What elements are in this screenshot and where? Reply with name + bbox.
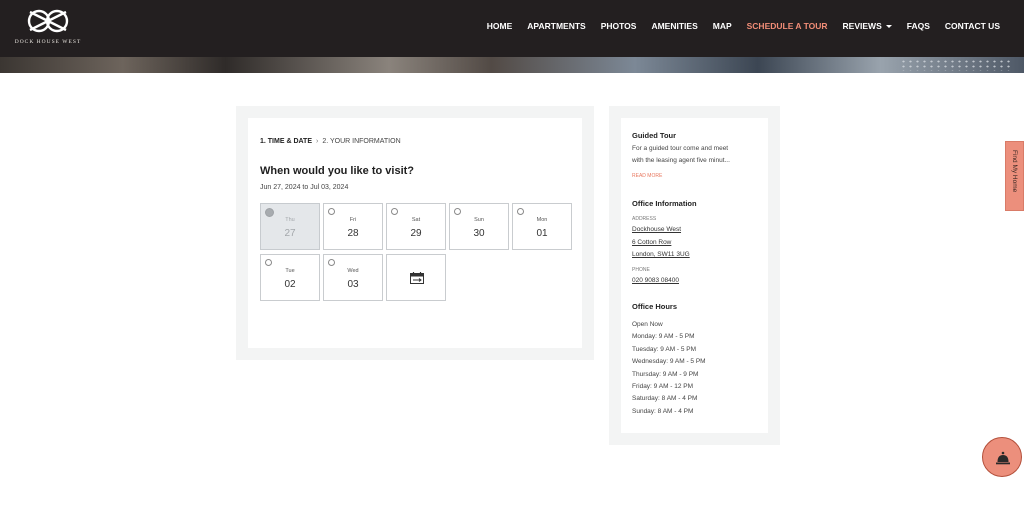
date-range: Jun 27, 2024 to Jul 03, 2024 [260, 184, 349, 191]
day-of-week: Wed [347, 268, 359, 274]
day-number: 28 [347, 228, 359, 239]
nav-photos[interactable]: PHOTOS [601, 21, 637, 31]
office-info-panel: Guided Tour For a guided tour come and m… [609, 106, 780, 445]
address-label: ADDRESS [632, 216, 657, 222]
radio-icon[interactable] [328, 259, 335, 266]
hours-line: Saturday: 8 AM - 4 PM [632, 395, 698, 403]
day-of-week: Thu [285, 217, 295, 223]
concierge-bell-icon [996, 451, 1010, 465]
booking-steps-breadcrumb: 1. TIME & DATE › 2. YOUR INFORMATION [260, 138, 401, 145]
day-number: 03 [347, 279, 359, 290]
day-number: 30 [473, 228, 485, 239]
day-option[interactable]: Sat 29 [386, 203, 446, 250]
nav-amenities[interactable]: AMENITIES [651, 21, 697, 31]
hero-image-strip [0, 57, 1024, 73]
radio-icon[interactable] [517, 208, 524, 215]
nav-reviews[interactable]: REVIEWS [843, 21, 892, 31]
hours-line: Open Now [632, 321, 663, 328]
hours-line: Wednesday: 9 AM - 5 PM [632, 358, 706, 366]
phone-link[interactable]: 020 9083 08400 [632, 277, 679, 284]
more-dates-button[interactable] [386, 254, 446, 301]
day-number: 29 [410, 228, 422, 239]
tour-booking-card: 1. TIME & DATE › 2. YOUR INFORMATION When … [248, 118, 582, 348]
site-header: DOCK HOUSE WEST HOME APARTMENTS PHOTOS A… [0, 0, 1024, 57]
chevron-right-icon: › [315, 138, 319, 145]
day-option[interactable]: Mon 01 [512, 203, 572, 250]
radio-icon[interactable] [454, 208, 461, 215]
day-option[interactable]: Tue 02 [260, 254, 320, 301]
tour-booking-panel: 1. TIME & DATE › 2. YOUR INFORMATION When … [236, 106, 594, 360]
radio-icon [265, 208, 274, 217]
nav-schedule-a-tour[interactable]: SCHEDULE A TOUR [747, 21, 828, 31]
hours-line: Tuesday: 9 AM - 5 PM [632, 345, 697, 353]
nav-reviews-label: REVIEWS [842, 21, 882, 31]
radio-icon[interactable] [391, 208, 398, 215]
hours-line: Monday: 9 AM - 5 PM [632, 333, 695, 341]
knot-logo-icon [27, 9, 69, 33]
office-hours-title: Office Hours [632, 302, 678, 311]
day-of-week: Sun [474, 217, 484, 223]
address-line[interactable]: Dockhouse West [632, 226, 681, 233]
radio-icon[interactable] [328, 208, 335, 215]
brand-logo[interactable]: DOCK HOUSE WEST [10, 7, 86, 47]
step-time-date[interactable]: 1. TIME & DATE [260, 138, 312, 145]
day-of-week: Fri [349, 217, 357, 223]
hero-dot-pattern [900, 59, 1010, 71]
nav-home[interactable]: HOME [487, 21, 513, 31]
address-line[interactable]: 6 Cotton Row [632, 239, 671, 246]
office-hours-list: Open Now Monday: 9 AM - 5 PM Tuesday: 9 … [632, 319, 706, 418]
concierge-chat-button[interactable] [982, 437, 1022, 477]
office-info-card: Guided Tour For a guided tour come and m… [621, 118, 768, 433]
radio-icon[interactable] [265, 259, 272, 266]
nav-faqs[interactable]: FAQS [907, 21, 930, 31]
day-of-week: Tue [285, 268, 295, 274]
day-of-week: Sat [411, 217, 421, 223]
read-more-link[interactable]: READ MORE [632, 173, 662, 179]
nav-map[interactable]: MAP [713, 21, 732, 31]
booking-question: When would you like to visit? [260, 165, 415, 177]
nav-apartments[interactable]: APARTMENTS [527, 21, 585, 31]
chevron-down-icon [885, 25, 892, 29]
find-my-home-label: Find My Home [1011, 150, 1018, 193]
hours-line: Friday: 9 AM - 12 PM [632, 383, 694, 391]
day-option: Thu 27 [260, 203, 320, 250]
day-number: 27 [284, 228, 296, 239]
calendar-icon [410, 272, 424, 284]
address-line[interactable]: London, SW11 3UG [632, 251, 690, 258]
phone-label: PHONE [632, 267, 650, 273]
hours-line: Sunday: 8 AM - 4 PM [632, 407, 694, 415]
step-your-information[interactable]: 2. YOUR INFORMATION [322, 138, 400, 145]
office-information-title: Office Information [632, 199, 697, 208]
hours-line: Thursday: 9 AM - 9 PM [632, 370, 699, 378]
day-number: 02 [284, 279, 296, 290]
guided-tour-title: Guided Tour [632, 131, 677, 140]
nav-contact-us[interactable]: CONTACT US [945, 21, 1000, 31]
day-of-week: Mon [536, 217, 548, 223]
day-option[interactable]: Sun 30 [449, 203, 509, 250]
day-number: 01 [536, 228, 548, 239]
main-nav: HOME APARTMENTS PHOTOS AMENITIES MAP SCH… [487, 0, 1000, 52]
brand-name: DOCK HOUSE WEST [14, 39, 82, 45]
guided-tour-text-line: For a guided tour come and meet [632, 145, 729, 152]
find-my-home-tab[interactable]: Find My Home [1005, 141, 1024, 211]
day-option[interactable]: Wed 03 [323, 254, 383, 301]
guided-tour-text-line: with the leasing agent five minut... [632, 157, 730, 164]
day-option[interactable]: Fri 28 [323, 203, 383, 250]
